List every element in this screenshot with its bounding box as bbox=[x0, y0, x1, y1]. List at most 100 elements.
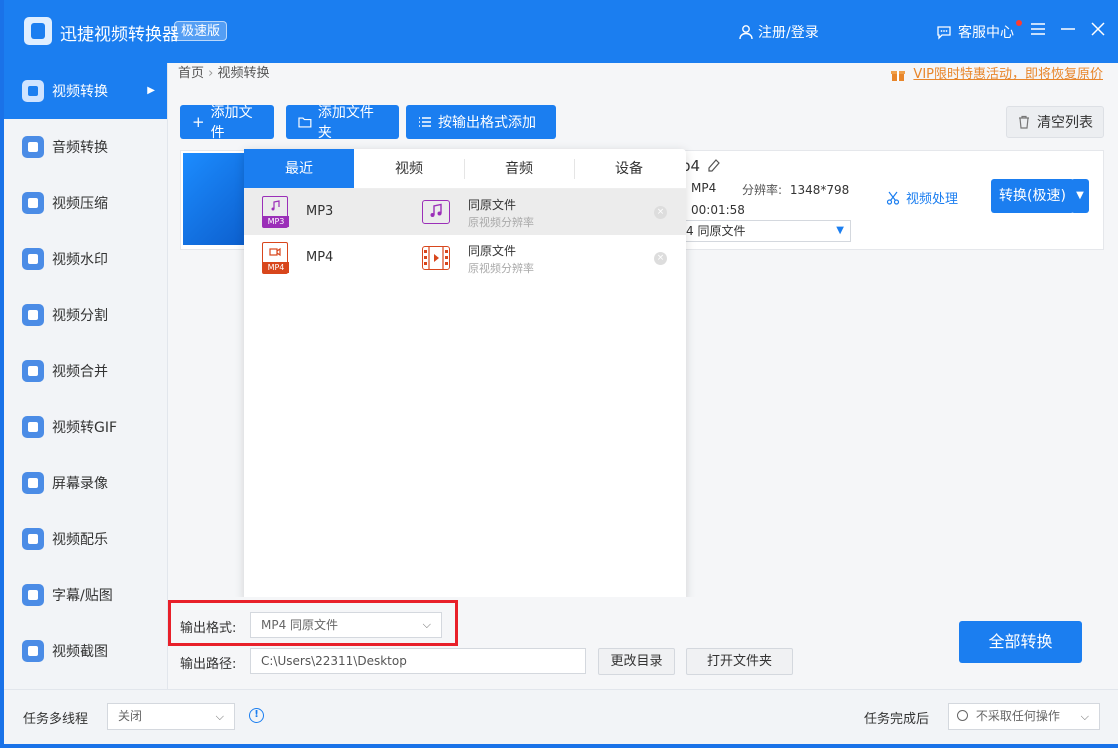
chevron-down-icon: ⌵ bbox=[1080, 710, 1089, 723]
breadcrumb-home[interactable]: 首页 bbox=[178, 66, 204, 81]
list-icon bbox=[419, 117, 431, 127]
change-dir-button[interactable]: 更改目录 bbox=[598, 648, 675, 675]
mp4-tag: MP4 bbox=[263, 262, 289, 273]
sidebar-item-subtitle-sticker[interactable]: 字幕/贴图 bbox=[4, 567, 167, 623]
open-folder-button[interactable]: 打开文件夹 bbox=[686, 648, 793, 675]
sidebar-item-label: 屏幕录像 bbox=[52, 476, 108, 492]
gif-icon bbox=[22, 416, 44, 438]
mp3-file-icon: MP3 bbox=[262, 196, 289, 228]
music-note-icon bbox=[422, 200, 450, 224]
video-watermark-icon bbox=[22, 248, 44, 270]
sidebar-item-video-compress[interactable]: 视频压缩 bbox=[4, 175, 167, 231]
format-preset: 同原文件 bbox=[468, 244, 517, 258]
sidebar-item-label: 音频转换 bbox=[52, 140, 108, 156]
notification-dot bbox=[1016, 20, 1022, 26]
tab-recent[interactable]: 最近 bbox=[244, 149, 354, 188]
sidebar-item-label: 视频转换 bbox=[52, 84, 108, 100]
after-task-value: 不采取任何操作 bbox=[975, 709, 1060, 723]
tab-audio[interactable]: 音频 bbox=[464, 149, 574, 188]
sidebar: 视频转换 ▶ 音频转换 视频压缩 视频水印 视频分割 视频合并 视频转GIF 屏… bbox=[4, 63, 168, 689]
app-title: 迅捷视频转换器 bbox=[60, 25, 179, 45]
add-by-format-button[interactable]: 按输出格式添加 bbox=[406, 105, 556, 139]
chat-icon bbox=[937, 26, 951, 40]
edition-badge: 极速版 bbox=[174, 21, 228, 41]
status-bar: 任务多线程 关闭 ⌵ ! 任务完成后 不采取任何操作 ⌵ bbox=[4, 689, 1118, 744]
caret-down-icon: ▼ bbox=[836, 225, 844, 236]
sidebar-item-label: 视频分割 bbox=[52, 308, 108, 324]
sidebar-item-label: 视频合并 bbox=[52, 364, 108, 380]
minimize-icon[interactable] bbox=[1059, 20, 1077, 38]
screenshot-icon bbox=[22, 640, 44, 662]
add-folder-label: 添加文件夹 bbox=[317, 105, 374, 141]
format-label: MP3 bbox=[306, 204, 334, 219]
file-format: MP4 bbox=[691, 181, 717, 195]
format-row-mp4[interactable]: MP4 MP4 同原文件 原视频分辨率 × bbox=[244, 235, 686, 281]
convert-dropdown-button[interactable]: ▼ bbox=[1071, 179, 1089, 213]
after-task-select[interactable]: 不采取任何操作 ⌵ bbox=[948, 703, 1100, 730]
video-process-button[interactable]: 视频处理 bbox=[886, 188, 958, 207]
sidebar-item-video-watermark[interactable]: 视频水印 bbox=[4, 231, 167, 287]
video-convert-icon bbox=[22, 80, 44, 102]
chevron-right-icon: ▶ bbox=[147, 85, 155, 96]
multithread-select[interactable]: 关闭 ⌵ bbox=[107, 703, 235, 730]
screen-record-icon bbox=[22, 472, 44, 494]
tab-video[interactable]: 视频 bbox=[354, 149, 464, 188]
sidebar-item-video-to-gif[interactable]: 视频转GIF bbox=[4, 399, 167, 455]
support-label: 客服中心 bbox=[958, 25, 1014, 41]
video-split-icon bbox=[22, 304, 44, 326]
remove-icon[interactable]: × bbox=[654, 252, 667, 265]
add-file-button[interactable]: + 添加文件 bbox=[180, 105, 274, 141]
remove-icon[interactable]: × bbox=[654, 206, 667, 219]
title-bar: 迅捷视频转换器 极速版 注册/登录 客服中心 bbox=[4, 0, 1118, 63]
format-popup: 最近 视频 音频 设备 MP3 MP3 同原文件 原视频分辨率 × MP4 MP… bbox=[244, 149, 686, 602]
edit-icon[interactable] bbox=[708, 159, 720, 173]
resolution-info: 分辨率: 1348*798 bbox=[742, 181, 849, 198]
plus-icon: + bbox=[192, 113, 205, 131]
chevron-down-icon: ⌵ bbox=[215, 710, 224, 723]
sidebar-item-label: 视频截图 bbox=[52, 644, 108, 660]
login-link[interactable]: 注册/登录 bbox=[738, 22, 819, 42]
sidebar-item-label: 视频配乐 bbox=[52, 532, 108, 548]
add-folder-button[interactable]: 添加文件夹 bbox=[286, 105, 399, 141]
sidebar-item-video-convert[interactable]: 视频转换 ▶ bbox=[4, 63, 167, 119]
support-link[interactable]: 客服中心 bbox=[936, 22, 1014, 42]
sidebar-item-video-screenshot[interactable]: 视频截图 bbox=[4, 623, 167, 679]
clear-list-button[interactable]: 清空列表 bbox=[1006, 106, 1104, 138]
output-path-label: 输出路径: bbox=[180, 657, 237, 672]
clear-list-label: 清空列表 bbox=[1037, 115, 1093, 131]
mp3-tag: MP3 bbox=[263, 216, 289, 227]
info-icon[interactable]: ! bbox=[249, 708, 264, 723]
sidebar-item-label: 视频水印 bbox=[52, 252, 108, 268]
login-label: 注册/登录 bbox=[758, 25, 819, 41]
vip-promo-label: VIP限时特惠活动，即将恢复原价 bbox=[913, 67, 1103, 82]
video-compress-icon bbox=[22, 192, 44, 214]
sidebar-item-video-music[interactable]: 视频配乐 bbox=[4, 511, 167, 567]
folder-icon bbox=[298, 117, 312, 128]
sidebar-item-video-merge[interactable]: 视频合并 bbox=[4, 343, 167, 399]
film-icon bbox=[422, 246, 450, 270]
vip-promo-link[interactable]: VIP限时特惠活动，即将恢复原价 bbox=[891, 64, 1103, 86]
output-path-input[interactable]: C:\Users\22311\Desktop bbox=[250, 648, 586, 674]
breadcrumb: 首页 › 视频转换 bbox=[178, 63, 270, 85]
sidebar-item-screen-record[interactable]: 屏幕录像 bbox=[4, 455, 167, 511]
format-row-mp3[interactable]: MP3 MP3 同原文件 原视频分辨率 × bbox=[244, 189, 686, 235]
format-label: MP4 bbox=[306, 250, 334, 265]
convert-button[interactable]: 转换(极速) bbox=[991, 179, 1074, 213]
app-logo-icon bbox=[24, 17, 52, 45]
sidebar-item-audio-convert[interactable]: 音频转换 bbox=[4, 119, 167, 175]
close-icon[interactable] bbox=[1089, 20, 1107, 38]
tab-device[interactable]: 设备 bbox=[574, 149, 684, 188]
sidebar-item-label: 视频压缩 bbox=[52, 196, 108, 212]
sidebar-item-video-split[interactable]: 视频分割 bbox=[4, 287, 167, 343]
convert-all-button[interactable]: 全部转换 bbox=[959, 621, 1082, 663]
format-tabs: 最近 视频 音频 设备 bbox=[244, 149, 686, 189]
highlight-annotation bbox=[168, 600, 458, 646]
breadcrumb-separator: › bbox=[208, 66, 214, 81]
format-preset-desc: 原视频分辨率 bbox=[468, 262, 534, 275]
gift-icon bbox=[891, 71, 906, 81]
after-task-label: 任务完成后 bbox=[864, 712, 930, 727]
menu-icon[interactable] bbox=[1029, 20, 1047, 38]
add-by-format-label: 按输出格式添加 bbox=[438, 115, 536, 131]
item-output-format-select[interactable]: 4 同原文件 ▼ bbox=[681, 220, 851, 242]
item-output-format-value: 4 同原文件 bbox=[686, 224, 746, 238]
